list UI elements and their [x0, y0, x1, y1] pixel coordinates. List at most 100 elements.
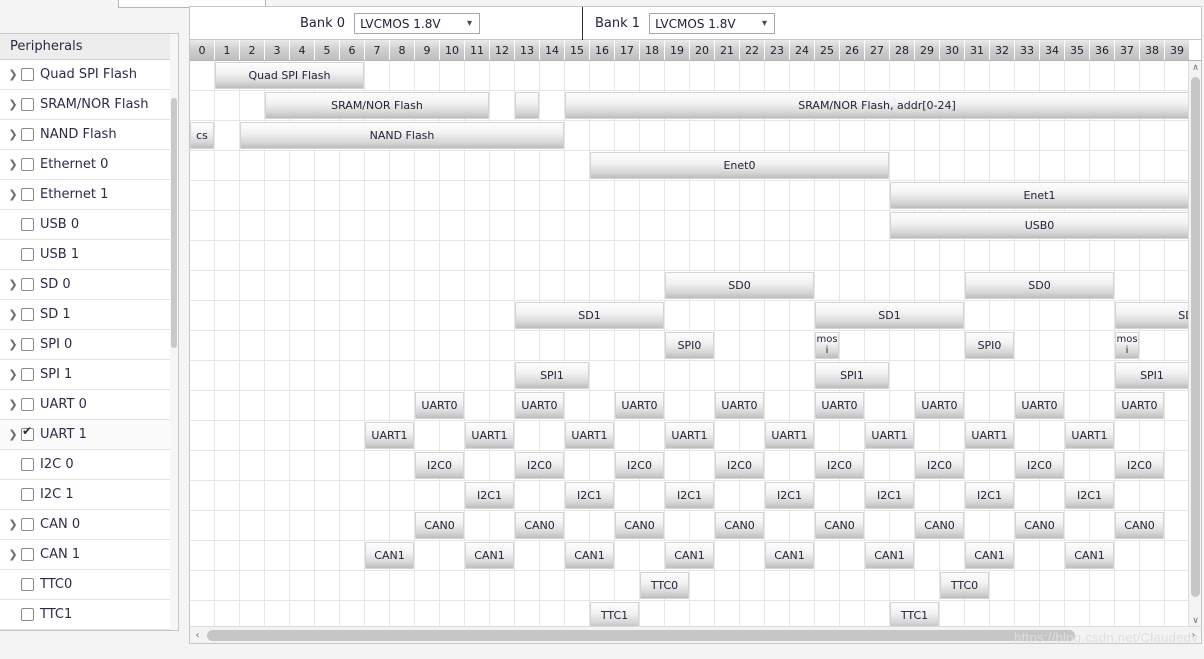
- mio-cell[interactable]: [240, 481, 265, 510]
- checkbox[interactable]: [21, 338, 34, 351]
- mio-cell[interactable]: [940, 121, 965, 150]
- mio-cell[interactable]: [365, 481, 390, 510]
- mio-cell[interactable]: [465, 511, 490, 540]
- mio-cell[interactable]: [965, 121, 990, 150]
- mio-cell[interactable]: [415, 181, 440, 210]
- mio-assignment-block[interactable]: I2C0: [815, 452, 864, 479]
- mio-cell[interactable]: [340, 151, 365, 180]
- mio-cell[interactable]: [615, 181, 640, 210]
- mio-cell[interactable]: [1165, 421, 1190, 450]
- mio-assignment-block[interactable]: Enet0: [590, 152, 889, 179]
- mio-cell[interactable]: [965, 241, 990, 270]
- mio-cell[interactable]: [490, 181, 515, 210]
- mio-cell[interactable]: [1065, 601, 1090, 628]
- mio-cell[interactable]: [465, 331, 490, 360]
- checkbox[interactable]: [21, 98, 34, 111]
- mio-cell[interactable]: [1090, 571, 1115, 600]
- chevron-right-icon[interactable]: ❯: [6, 159, 20, 170]
- mio-cell[interactable]: [815, 571, 840, 600]
- mio-cell[interactable]: [890, 331, 915, 360]
- mio-cell[interactable]: [990, 151, 1015, 180]
- sidebar-item-nand-flash[interactable]: ❯ NAND Flash: [0, 120, 178, 150]
- mio-cell[interactable]: [1090, 511, 1115, 540]
- mio-cell[interactable]: [590, 511, 615, 540]
- mio-cell[interactable]: [415, 421, 440, 450]
- mio-cell[interactable]: [415, 601, 440, 628]
- mio-cell[interactable]: [715, 301, 740, 330]
- mio-cell[interactable]: [365, 301, 390, 330]
- mio-cell[interactable]: [390, 571, 415, 600]
- mio-cell[interactable]: [240, 511, 265, 540]
- checkbox[interactable]: [21, 278, 34, 291]
- mio-cell[interactable]: [340, 481, 365, 510]
- mio-assignment-block[interactable]: I2C0: [515, 452, 564, 479]
- mio-cell[interactable]: [315, 361, 340, 390]
- mio-cell[interactable]: [390, 511, 415, 540]
- mio-cell[interactable]: [240, 421, 265, 450]
- mio-cell[interactable]: [1065, 121, 1090, 150]
- mio-cell[interactable]: [915, 61, 940, 90]
- mio-cell[interactable]: [240, 601, 265, 628]
- mio-cell[interactable]: [1165, 481, 1190, 510]
- mio-cell[interactable]: [715, 541, 740, 570]
- mio-assignment-block[interactable]: UART1: [865, 422, 914, 449]
- mio-assignment-block[interactable]: UART1: [565, 422, 614, 449]
- mio-cell[interactable]: [490, 151, 515, 180]
- mio-cell[interactable]: [1165, 271, 1190, 300]
- mio-cell[interactable]: [415, 331, 440, 360]
- mio-cell[interactable]: [1165, 541, 1190, 570]
- mio-cell[interactable]: [840, 271, 865, 300]
- mio-cell[interactable]: [840, 601, 865, 628]
- mio-assignment-block[interactable]: CAN0: [515, 512, 564, 539]
- mio-cell[interactable]: [690, 181, 715, 210]
- mio-cell[interactable]: [1165, 331, 1190, 360]
- mio-cell[interactable]: [1065, 391, 1090, 420]
- mio-cell[interactable]: [215, 511, 240, 540]
- mio-cell[interactable]: [690, 301, 715, 330]
- mio-cell[interactable]: [715, 211, 740, 240]
- mio-cell[interactable]: [1040, 421, 1065, 450]
- mio-cell[interactable]: [240, 271, 265, 300]
- mio-cell[interactable]: [1040, 361, 1065, 390]
- mio-cell[interactable]: [315, 391, 340, 420]
- mio-cell[interactable]: [690, 571, 715, 600]
- mio-cell[interactable]: [1165, 391, 1190, 420]
- mio-assignment-block[interactable]: I2C0: [715, 452, 764, 479]
- mio-cell[interactable]: [290, 211, 315, 240]
- mio-cell[interactable]: [865, 391, 890, 420]
- mio-cell[interactable]: [465, 601, 490, 628]
- mio-cell[interactable]: [415, 481, 440, 510]
- mio-cell[interactable]: [1115, 571, 1140, 600]
- mio-cell[interactable]: [365, 571, 390, 600]
- mio-cell[interactable]: [990, 511, 1015, 540]
- mio-cell[interactable]: [390, 241, 415, 270]
- mio-cell[interactable]: [790, 331, 815, 360]
- mio-cell[interactable]: [440, 601, 465, 628]
- sidebar-item-ethernet-1[interactable]: ❯ Ethernet 1: [0, 180, 178, 210]
- mio-cell[interactable]: [915, 361, 940, 390]
- mio-cell[interactable]: [590, 571, 615, 600]
- mio-assignment-block[interactable]: CAN1: [565, 542, 614, 569]
- mio-cell[interactable]: [290, 151, 315, 180]
- mio-cell[interactable]: [865, 181, 890, 210]
- mio-cell[interactable]: [490, 271, 515, 300]
- mio-cell[interactable]: [390, 481, 415, 510]
- mio-cell[interactable]: [390, 331, 415, 360]
- mio-cell[interactable]: [390, 361, 415, 390]
- mio-cell[interactable]: [1090, 61, 1115, 90]
- mio-cell[interactable]: [340, 541, 365, 570]
- mio-cell[interactable]: [565, 391, 590, 420]
- mio-cell[interactable]: [840, 421, 865, 450]
- mio-cell[interactable]: [190, 451, 215, 480]
- checkbox[interactable]: [21, 548, 34, 561]
- mio-cell[interactable]: [490, 361, 515, 390]
- mio-cell[interactable]: [215, 391, 240, 420]
- mio-cell[interactable]: [790, 241, 815, 270]
- mio-cell[interactable]: [315, 151, 340, 180]
- mio-cell[interactable]: [890, 61, 915, 90]
- mio-cell[interactable]: [890, 271, 915, 300]
- mio-assignment-block[interactable]: I2C1: [565, 482, 614, 509]
- mio-cell[interactable]: [215, 421, 240, 450]
- mio-cell[interactable]: [240, 301, 265, 330]
- mio-cell[interactable]: [765, 211, 790, 240]
